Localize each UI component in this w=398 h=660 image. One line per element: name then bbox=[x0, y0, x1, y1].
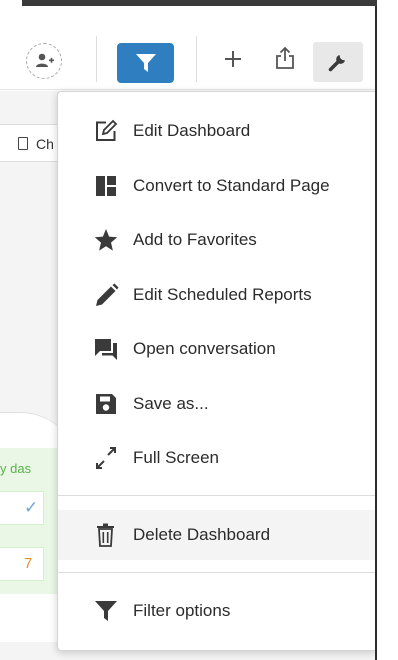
widget-number: 7 bbox=[24, 555, 33, 572]
settings-menu-button[interactable] bbox=[313, 42, 363, 82]
menu-item-full-screen[interactable]: Full Screen bbox=[58, 433, 376, 483]
trash-icon bbox=[97, 523, 114, 547]
add-user-button[interactable] bbox=[26, 43, 62, 79]
widget-cell bbox=[0, 547, 44, 581]
pencil-icon bbox=[96, 283, 119, 306]
menu-item-label: Full Screen bbox=[133, 448, 219, 467]
add-person-icon bbox=[36, 53, 54, 67]
menu-item-label: Filter options bbox=[133, 601, 231, 620]
share-icon[interactable] bbox=[275, 46, 295, 70]
filter-button[interactable] bbox=[117, 43, 174, 83]
edit-icon bbox=[96, 119, 118, 141]
menu-item-open-conversation[interactable]: Open conversation bbox=[58, 324, 376, 374]
toolbar-separator bbox=[196, 36, 197, 82]
dashboard-toolbar bbox=[0, 6, 375, 90]
chat-icon bbox=[95, 339, 117, 360]
menu-item-filter-options[interactable]: Filter options bbox=[58, 586, 376, 636]
menu-divider bbox=[58, 495, 376, 496]
menu-item-add-favorites[interactable]: Add to Favorites bbox=[58, 215, 376, 265]
dashboard-options-menu: Edit Dashboard Convert to Standard Page … bbox=[57, 91, 376, 651]
expand-icon bbox=[96, 447, 116, 469]
window-margin bbox=[377, 0, 398, 660]
toolbar-separator bbox=[96, 36, 97, 82]
menu-item-label: Open conversation bbox=[133, 339, 276, 358]
widget-check-mark: ✓ bbox=[24, 498, 39, 517]
menu-item-delete-dashboard[interactable]: Delete Dashboard bbox=[58, 510, 376, 560]
menu-item-label: Delete Dashboard bbox=[133, 525, 271, 544]
menu-item-edit-scheduled-reports[interactable]: Edit Scheduled Reports bbox=[58, 270, 376, 320]
widget-label: y das bbox=[0, 461, 32, 476]
menu-item-convert-standard-page[interactable]: Convert to Standard Page bbox=[58, 161, 376, 211]
save-icon bbox=[96, 394, 116, 414]
menu-item-label: Edit Scheduled Reports bbox=[133, 285, 312, 304]
star-icon bbox=[94, 229, 118, 251]
chart-tab[interactable]: Ch bbox=[0, 124, 64, 162]
menu-item-label: Convert to Standard Page bbox=[133, 176, 330, 195]
plus-icon[interactable] bbox=[224, 50, 242, 68]
menu-item-save-as[interactable]: Save as... bbox=[58, 379, 376, 429]
menu-item-edit-dashboard[interactable]: Edit Dashboard bbox=[58, 106, 376, 156]
filter-icon bbox=[95, 601, 117, 621]
layout-icon bbox=[96, 176, 116, 196]
filter-icon bbox=[136, 54, 156, 72]
wrench-icon bbox=[328, 55, 345, 72]
menu-item-label: Save as... bbox=[133, 394, 209, 413]
menu-divider bbox=[58, 572, 376, 573]
menu-item-label: Edit Dashboard bbox=[133, 121, 251, 140]
document-icon bbox=[18, 137, 28, 150]
menu-item-label: Add to Favorites bbox=[133, 230, 257, 249]
chart-tab-label: Ch bbox=[36, 136, 54, 152]
